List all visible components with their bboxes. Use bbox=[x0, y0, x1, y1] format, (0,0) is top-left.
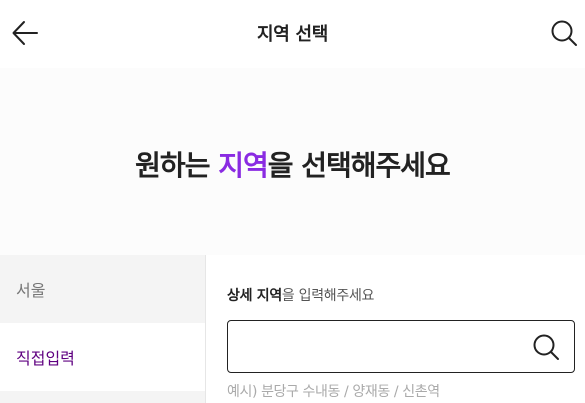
detail-label-bold: 상세 지역 bbox=[227, 288, 282, 304]
sidebar-item-seoul[interactable]: 서울 bbox=[0, 255, 205, 323]
detail-search-input[interactable] bbox=[242, 321, 522, 369]
page-title: 지역 선택 bbox=[256, 24, 328, 45]
app-header: 지역 선택 bbox=[0, 0, 585, 68]
detail-search-box bbox=[227, 320, 575, 373]
hero-title: 원하는 지역을 선택해주세요 bbox=[0, 144, 585, 184]
hero-title-accent: 지역 bbox=[218, 149, 269, 182]
detail-label-rest: 을 입력해주세요 bbox=[281, 288, 375, 304]
detail-panel: 상세 지역을 입력해주세요 예시) 분당구 수내동 / 양재동 / 신촌역 bbox=[207, 255, 585, 403]
detail-label: 상세 지역을 입력해주세요 bbox=[227, 285, 585, 305]
header-search-button[interactable] bbox=[547, 16, 581, 50]
hero-title-suffix: 을 선택해주세요 bbox=[267, 149, 451, 182]
hero-title-prefix: 원하는 bbox=[135, 149, 219, 182]
search-icon bbox=[551, 20, 577, 46]
search-icon[interactable] bbox=[532, 333, 560, 361]
hero-section: 원하는 지역을 선택해주세요 bbox=[0, 68, 585, 255]
example-hint: 예시) 분당구 수내동 / 양재동 / 신촌역 bbox=[227, 384, 440, 400]
sidebar-item-direct-input[interactable]: 직접입력 bbox=[0, 323, 205, 391]
region-sidebar: 서울 직접입력 bbox=[0, 255, 206, 403]
